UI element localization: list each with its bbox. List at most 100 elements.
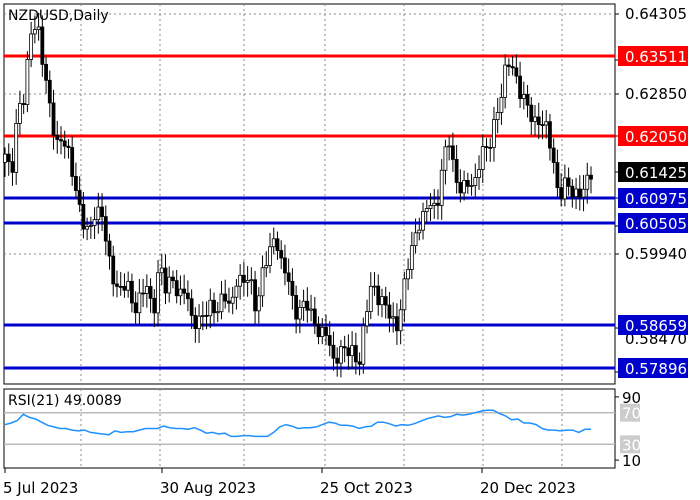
candle-body bbox=[59, 139, 63, 142]
candle-body bbox=[260, 267, 265, 297]
candle-body bbox=[85, 226, 90, 230]
candle-body bbox=[383, 296, 388, 306]
candle-body bbox=[428, 205, 433, 209]
candle-body bbox=[387, 304, 392, 319]
candle-body bbox=[301, 300, 306, 308]
candle-body bbox=[350, 345, 355, 357]
candle-body bbox=[312, 308, 317, 326]
candle-body bbox=[44, 63, 48, 81]
candle-body bbox=[178, 288, 183, 297]
candle-body bbox=[406, 269, 411, 280]
candle-body bbox=[551, 147, 556, 163]
candle-body bbox=[566, 177, 571, 187]
candle-body bbox=[365, 311, 369, 327]
candle-body bbox=[525, 93, 530, 106]
candle-body bbox=[88, 225, 93, 227]
candle-body bbox=[275, 238, 280, 251]
candle-body bbox=[413, 232, 418, 247]
candle-body bbox=[223, 293, 228, 302]
candle-body bbox=[380, 296, 384, 306]
candle-body bbox=[398, 309, 403, 332]
candle-body bbox=[182, 288, 187, 294]
candle-body bbox=[81, 204, 86, 230]
candle-body bbox=[555, 162, 560, 188]
candle-body bbox=[391, 316, 396, 319]
price-panel-frame bbox=[3, 3, 616, 385]
candle-body bbox=[174, 280, 179, 297]
rsi-tick-label: 10 bbox=[622, 452, 641, 470]
candle-body bbox=[376, 285, 381, 306]
candle-body bbox=[533, 116, 537, 122]
candle-body bbox=[521, 93, 526, 99]
candle-body bbox=[29, 33, 34, 60]
candle-body bbox=[100, 206, 104, 217]
price-tick-label: 0.59940 bbox=[625, 245, 687, 263]
candle-body bbox=[297, 307, 302, 320]
candle-body bbox=[227, 300, 231, 304]
candle-body bbox=[562, 177, 567, 200]
candle-body bbox=[156, 272, 160, 314]
candle-body bbox=[40, 26, 45, 65]
rsi-level-label: 30 bbox=[622, 436, 641, 454]
candle-body bbox=[167, 276, 172, 294]
candle-body bbox=[152, 297, 157, 314]
candle-body bbox=[361, 325, 366, 365]
candle-body bbox=[36, 26, 41, 31]
candle-body bbox=[372, 285, 377, 288]
candle-body bbox=[163, 267, 168, 294]
candle-body bbox=[353, 345, 358, 363]
candle-body bbox=[335, 357, 340, 364]
candle-body bbox=[492, 119, 496, 148]
candle-body bbox=[589, 174, 593, 180]
candle-body bbox=[473, 177, 478, 186]
candle-body bbox=[130, 280, 134, 304]
candle-body bbox=[268, 246, 272, 266]
candle-body bbox=[245, 279, 250, 283]
candle-body bbox=[271, 238, 276, 248]
candle-body bbox=[421, 211, 425, 231]
candle-body bbox=[77, 190, 82, 205]
candle-body bbox=[286, 272, 291, 282]
candle-body bbox=[103, 216, 108, 242]
candle-body bbox=[230, 296, 235, 304]
candle-body bbox=[465, 180, 470, 187]
candle-body bbox=[96, 206, 101, 220]
rsi-panel: RSI(21) 49.0089 90107030 bbox=[3, 388, 641, 470]
candle-body bbox=[264, 265, 269, 269]
candle-body bbox=[357, 361, 362, 365]
candle-body bbox=[585, 174, 590, 190]
rsi-level-label: 70 bbox=[622, 405, 641, 423]
candle-body bbox=[324, 326, 328, 336]
candle-body bbox=[171, 276, 175, 282]
candle-body bbox=[62, 140, 67, 147]
candle-body bbox=[126, 280, 131, 291]
candle-body bbox=[346, 347, 351, 357]
candle-body bbox=[200, 315, 205, 317]
price-tick-label: 0.62850 bbox=[625, 85, 687, 103]
candle-body bbox=[495, 112, 500, 121]
level-label: 0.63511 bbox=[625, 48, 687, 66]
level-label: 0.60975 bbox=[625, 190, 687, 208]
candle-body bbox=[193, 315, 198, 330]
candle-body bbox=[548, 121, 552, 149]
level-label: 0.60505 bbox=[625, 215, 687, 233]
candle-body bbox=[70, 147, 75, 177]
candle-body bbox=[339, 346, 343, 364]
chart-canvas: NZDUSD,Daily 0.64305 0.63511 0.62850 0.6205… bbox=[3, 3, 688, 497]
candle-body bbox=[480, 146, 485, 170]
candle-body bbox=[417, 229, 422, 234]
candle-body bbox=[477, 169, 481, 178]
candle-body bbox=[234, 285, 239, 298]
candle-body bbox=[503, 64, 508, 98]
candle-body bbox=[115, 283, 119, 287]
candle-body bbox=[439, 169, 444, 206]
candle-body bbox=[577, 188, 582, 198]
candle-body bbox=[309, 308, 313, 311]
price-panel: NZDUSD,Daily 0.64305 0.63511 0.62850 0.6205… bbox=[3, 3, 688, 385]
candle-body bbox=[469, 185, 474, 187]
time-axis: 5 Jul 2023 30 Aug 2023 25 Oct 2023 20 Dec 2… bbox=[3, 468, 576, 497]
candle-body bbox=[204, 315, 209, 317]
candle-body bbox=[331, 344, 336, 359]
candle-body bbox=[256, 295, 261, 312]
candle-body bbox=[570, 185, 575, 198]
